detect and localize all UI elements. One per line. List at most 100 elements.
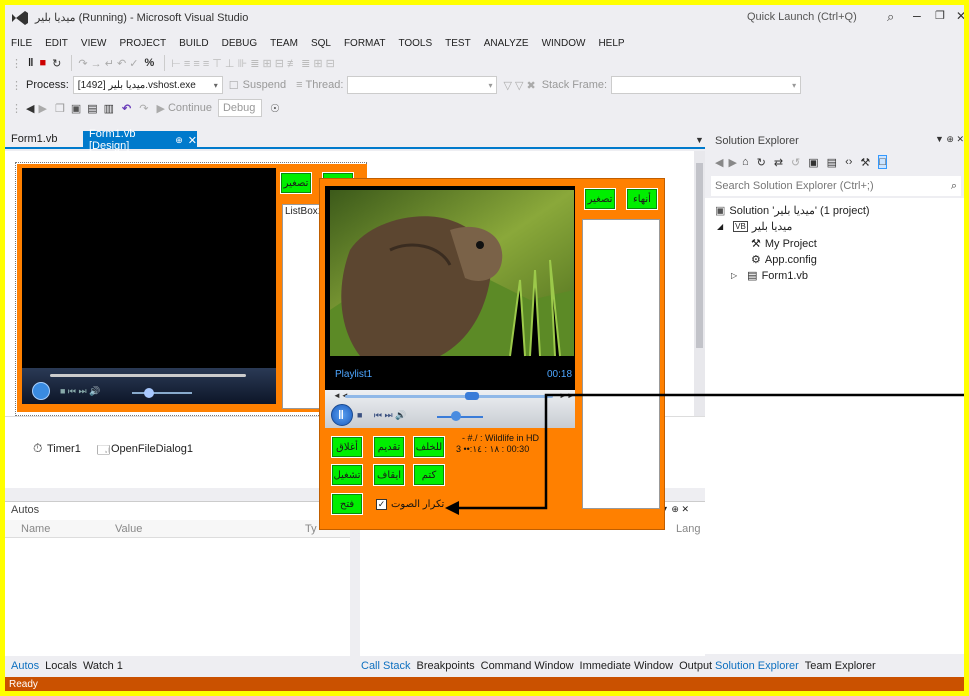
close-file-button[interactable]: أغلاق xyxy=(331,436,363,458)
col-value[interactable]: Value xyxy=(115,523,142,535)
tab-output[interactable]: Output xyxy=(679,660,712,672)
designer-scrollbar[interactable] xyxy=(694,151,705,416)
menu-item-debug[interactable]: DEBUG xyxy=(222,38,258,49)
process-combo[interactable]: [1492] ميديا بلير.vshost.exe ▾ xyxy=(72,76,223,94)
pause-icon[interactable]: ‖ xyxy=(28,57,33,69)
tab-breakpoints[interactable]: Breakpoints xyxy=(417,660,475,672)
se-item-form1[interactable]: ▷ ▤ Form1.vb xyxy=(731,269,808,283)
tab-watch1[interactable]: Watch 1 xyxy=(83,660,123,672)
menu-item-edit[interactable]: EDIT xyxy=(45,38,68,49)
se-item-my-project[interactable]: ⚒ My Project xyxy=(751,237,817,251)
stop-button[interactable]: ايقاف xyxy=(373,464,405,486)
menu-item-window[interactable]: WINDOW xyxy=(542,38,586,49)
step-icons[interactable]: ↷ → ↵ ↶ ✓ xyxy=(78,57,138,70)
code-icon[interactable]: ‹› xyxy=(845,156,852,168)
tab-call-stack[interactable]: Call Stack xyxy=(361,660,411,672)
tab-command-window[interactable]: Command Window xyxy=(481,660,574,672)
menu-item-build[interactable]: BUILD xyxy=(179,38,208,49)
exit-button[interactable]: أنهاء xyxy=(626,188,658,210)
menu-item-team[interactable]: TEAM xyxy=(270,38,298,49)
forward-icon[interactable]: ▶ xyxy=(38,102,46,115)
continue-button[interactable]: Continue xyxy=(168,102,212,114)
config-combo[interactable]: Debug xyxy=(217,99,262,117)
tab-form1-design[interactable]: Form1.vb [Design] ⊕ ✕ xyxy=(83,128,197,152)
menu-item-analyze[interactable]: ANALYZE xyxy=(484,38,529,49)
pause-icon[interactable]: ‖ xyxy=(331,404,353,426)
menu-item-test[interactable]: TEST xyxy=(445,38,471,49)
open-button[interactable]: فتح xyxy=(331,493,363,515)
se-item-app-config[interactable]: ⚙ App.config xyxy=(751,253,817,267)
back-icon[interactable]: ◀ xyxy=(26,102,34,115)
thread-combo[interactable]: ▾ xyxy=(347,76,498,94)
tab-dropdown-icon[interactable]: ▼ xyxy=(695,135,704,145)
design-shrink-button[interactable]: تصغير xyxy=(280,172,312,194)
continue-icon[interactable]: ▶ xyxy=(156,102,164,115)
show-all-icon[interactable]: ▤ xyxy=(827,156,837,169)
tab-form1-vb[interactable]: Form1.vb xyxy=(11,133,57,149)
se-project-node[interactable]: ◢ VB ميديا بلير xyxy=(717,220,792,233)
search-icon[interactable]: ⌕ xyxy=(887,9,894,25)
timer-component[interactable]: Timer1 xyxy=(47,443,81,455)
tab-team-explorer[interactable]: Team Explorer xyxy=(805,660,876,672)
se-search-input[interactable]: Search Solution Explorer (Ctrl+;) ⌕ xyxy=(711,176,961,196)
quick-launch-input[interactable]: Quick Launch (Ctrl+Q) xyxy=(747,11,877,23)
open-icon[interactable]: ▣ xyxy=(71,102,81,115)
save-icon[interactable]: ▤ xyxy=(87,102,97,115)
menu-item-tools[interactable]: TOOLS xyxy=(398,38,432,49)
menu-item-sql[interactable]: SQL xyxy=(311,38,331,49)
properties-icon[interactable]: ⚒ xyxy=(860,156,870,169)
play-icon[interactable] xyxy=(32,382,50,400)
se-solution-node[interactable]: ▣ Solution 'ميديا بلير' (1 project) xyxy=(715,204,870,217)
col-lang[interactable]: Lang xyxy=(676,523,700,535)
stack-frame-combo[interactable]: ▾ xyxy=(611,76,802,94)
col-type[interactable]: Ty xyxy=(305,523,317,535)
find-icon[interactable]: ☉ xyxy=(270,102,280,115)
align-icons[interactable]: ⊢ ≡ ≡ ≡ ⊤ ⊥ ⊪ ≣ ⊞ ⊟ ≢ ≣ ⊞ ⊟ xyxy=(171,57,335,70)
col-name[interactable]: Name xyxy=(21,523,50,535)
refresh-icon[interactable]: ↺ xyxy=(791,156,800,169)
tab-solution-explorer[interactable]: Solution Explorer xyxy=(715,660,799,672)
suspend-button[interactable]: Suspend xyxy=(243,79,286,91)
forward-icon[interactable]: ▶ xyxy=(728,156,736,169)
shrink-button[interactable]: تصغير xyxy=(584,188,616,210)
back-icon[interactable]: ◀ xyxy=(715,156,723,169)
tab-locals[interactable]: Locals xyxy=(45,660,77,672)
tab-immediate-window[interactable]: Immediate Window xyxy=(580,660,674,672)
media-player-controls[interactable]: ■ ⏮ ⏭ 🔊 xyxy=(22,368,276,404)
minimize-icon[interactable]: ‒ xyxy=(913,7,921,23)
history-icon[interactable]: ↻ xyxy=(757,156,766,169)
undo-icon[interactable]: ↶ xyxy=(122,102,131,115)
forward-button[interactable]: تقديم xyxy=(373,436,405,458)
restart-icon[interactable]: ↻ xyxy=(52,57,61,70)
menu-item-file[interactable]: FILE xyxy=(11,38,32,49)
collapse-icon[interactable]: ▣ xyxy=(808,156,818,169)
redo-icon[interactable]: ↷ xyxy=(139,102,148,115)
pane-options-icon[interactable]: ▼ ⊕ ✕ xyxy=(935,134,964,145)
checkbox-icon[interactable]: ✓ xyxy=(376,499,387,510)
suspend-icon[interactable]: ☐ xyxy=(229,79,239,92)
save-all-icon[interactable]: ▥ xyxy=(104,102,114,115)
close-icon[interactable]: ✕ xyxy=(956,9,964,23)
play-button[interactable]: تشغيل xyxy=(331,464,363,486)
transport-icons[interactable]: ■ ⏮ ⏭ 🔊 xyxy=(60,386,100,397)
expand-icon[interactable]: ◢ xyxy=(717,222,723,231)
tab-autos[interactable]: Autos xyxy=(11,660,39,672)
restore-icon[interactable]: ❐ xyxy=(935,9,945,22)
close-tab-icon[interactable]: ✕ xyxy=(188,134,197,147)
menu-item-help[interactable]: HELP xyxy=(598,38,624,49)
filter-icons[interactable]: ▽ ▽ ✖ xyxy=(503,79,535,92)
stop-icon[interactable]: ■ xyxy=(39,57,46,69)
pin-icon[interactable]: ⊕ xyxy=(175,135,183,146)
new-project-icon[interactable]: ❐ xyxy=(55,102,65,115)
hex-icon[interactable]: % xyxy=(144,57,154,69)
home-icon[interactable]: ⌂ xyxy=(742,156,749,168)
transport-icons[interactable]: ■ ⏮ ⏭ 🔊 xyxy=(357,410,406,421)
menu-item-project[interactable]: PROJECT xyxy=(119,38,166,49)
expand-icon[interactable]: ▷ xyxy=(731,271,737,280)
sync-icon[interactable]: ⇄ xyxy=(774,156,783,169)
menu-item-format[interactable]: FORMAT xyxy=(344,38,385,49)
preview-icon[interactable]: □ xyxy=(878,155,887,169)
menu-item-view[interactable]: VIEW xyxy=(81,38,107,49)
volume-slider[interactable] xyxy=(144,388,154,398)
design-form[interactable]: ■ ⏮ ⏭ 🔊 ListBox1 تصغير إ xyxy=(17,164,367,412)
